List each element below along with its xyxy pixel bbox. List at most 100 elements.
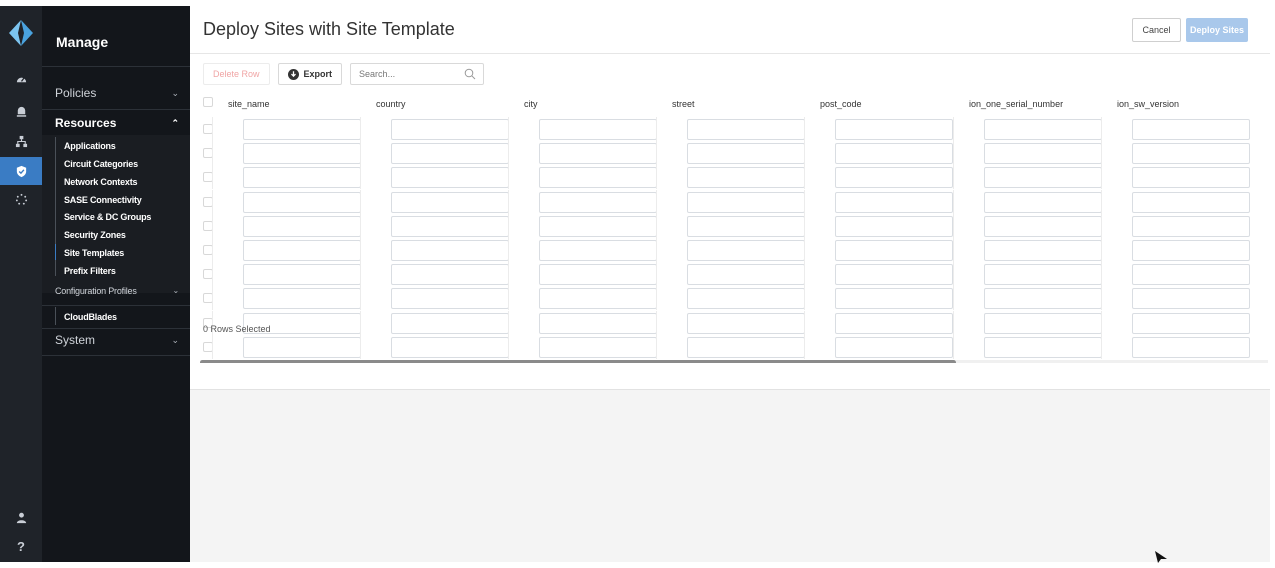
cell-input[interactable]: [1132, 167, 1250, 189]
cell-input[interactable]: [539, 288, 657, 310]
cell-input[interactable]: [1132, 312, 1250, 334]
cell-input[interactable]: [391, 167, 509, 189]
sidebar-item-cloudblades[interactable]: CloudBlades: [64, 312, 117, 322]
cell-input[interactable]: [391, 312, 509, 334]
cell-input[interactable]: [984, 264, 1102, 286]
cell-input[interactable]: [391, 240, 509, 261]
cell-input[interactable]: [243, 288, 361, 310]
cell-input[interactable]: [984, 336, 1102, 358]
cell-input[interactable]: [539, 312, 657, 334]
cell-input[interactable]: [539, 240, 657, 261]
cell-input[interactable]: [687, 240, 805, 261]
cell-input[interactable]: [539, 336, 657, 358]
delete-row-button[interactable]: Delete Row: [203, 63, 270, 85]
cell-input[interactable]: [243, 264, 361, 286]
cell-input[interactable]: [539, 191, 657, 213]
cell-input[interactable]: [1132, 143, 1250, 165]
cell-input[interactable]: [687, 215, 805, 237]
cell-input[interactable]: [391, 143, 509, 165]
sidebar-item-circuit-categories[interactable]: Circuit Categories: [64, 159, 138, 169]
user-icon[interactable]: [0, 503, 42, 531]
cell-input[interactable]: [687, 143, 805, 165]
cell-input[interactable]: [391, 191, 509, 213]
search-icon[interactable]: [464, 68, 476, 80]
spinner-dots-icon[interactable]: [0, 185, 42, 213]
cell-input[interactable]: [1132, 336, 1250, 358]
cell-input[interactable]: [984, 240, 1102, 261]
cell-input[interactable]: [243, 119, 361, 140]
cell-input[interactable]: [984, 215, 1102, 237]
cell-input[interactable]: [1132, 288, 1250, 310]
cell-input[interactable]: [984, 312, 1102, 334]
cell-input[interactable]: [539, 119, 657, 140]
select-all-checkbox[interactable]: [203, 97, 213, 107]
cell-input[interactable]: [391, 264, 509, 286]
cell-input[interactable]: [984, 143, 1102, 165]
column-header[interactable]: ion_sw_version: [1117, 99, 1179, 109]
cell-input[interactable]: [984, 191, 1102, 213]
cell-input[interactable]: [687, 264, 805, 286]
cell-input[interactable]: [391, 288, 509, 310]
cell-input[interactable]: [1132, 215, 1250, 237]
column-header[interactable]: street: [672, 99, 695, 109]
cell-input[interactable]: [391, 336, 509, 358]
cell-input[interactable]: [243, 215, 361, 237]
sidebar-item-applications[interactable]: Applications: [64, 141, 116, 151]
cell-input[interactable]: [539, 215, 657, 237]
cell-input[interactable]: [1132, 119, 1250, 140]
nav-section-resources[interactable]: Resources ⌃: [55, 116, 185, 130]
cell-input[interactable]: [1132, 264, 1250, 286]
cell-input[interactable]: [835, 336, 953, 358]
prisma-logo-icon[interactable]: [9, 20, 33, 46]
shield-check-icon[interactable]: [0, 157, 42, 185]
sidebar-item-configuration-profiles[interactable]: Configuration Profiles ⌄: [55, 286, 179, 296]
sidebar-item-site-templates[interactable]: Site Templates: [64, 248, 124, 258]
cell-input[interactable]: [687, 191, 805, 213]
cell-input[interactable]: [687, 288, 805, 310]
cell-input[interactable]: [243, 240, 361, 261]
cell-input[interactable]: [539, 167, 657, 189]
column-header[interactable]: post_code: [820, 99, 862, 109]
cell-input[interactable]: [243, 143, 361, 165]
cell-input[interactable]: [835, 312, 953, 334]
column-header[interactable]: site_name: [228, 99, 270, 109]
dashboard-gauge-icon[interactable]: [0, 65, 42, 93]
cell-input[interactable]: [687, 119, 805, 140]
horizontal-scrollbar[interactable]: [200, 360, 1268, 363]
cell-input[interactable]: [835, 191, 953, 213]
cell-input[interactable]: [539, 143, 657, 165]
cell-input[interactable]: [243, 191, 361, 213]
search-input[interactable]: [351, 64, 462, 84]
column-header[interactable]: ion_one_serial_number: [969, 99, 1063, 109]
cell-input[interactable]: [984, 167, 1102, 189]
cell-input[interactable]: [687, 167, 805, 189]
column-header[interactable]: country: [376, 99, 406, 109]
cell-input[interactable]: [391, 215, 509, 237]
nav-section-policies[interactable]: Policies ⌄: [55, 86, 185, 100]
cell-input[interactable]: [835, 215, 953, 237]
deploy-sites-button[interactable]: Deploy Sites: [1186, 18, 1248, 42]
sidebar-item-service-dc-groups[interactable]: Service & DC Groups: [64, 212, 151, 222]
column-header[interactable]: city: [524, 99, 538, 109]
cell-input[interactable]: [687, 336, 805, 358]
sidebar-item-sase-connectivity[interactable]: SASE Connectivity: [64, 195, 142, 205]
sidebar-item-prefix-filters[interactable]: Prefix Filters: [64, 266, 116, 276]
cell-input[interactable]: [835, 264, 953, 286]
cell-input[interactable]: [984, 288, 1102, 310]
alerts-bell-icon[interactable]: [0, 97, 42, 125]
network-topology-icon[interactable]: [0, 127, 42, 155]
scrollbar-thumb[interactable]: [200, 360, 956, 363]
cell-input[interactable]: [835, 119, 953, 140]
cell-input[interactable]: [687, 312, 805, 334]
cell-input[interactable]: [1132, 191, 1250, 213]
sidebar-item-network-contexts[interactable]: Network Contexts: [64, 177, 138, 187]
help-question-icon[interactable]: ?: [0, 532, 42, 560]
cell-input[interactable]: [243, 336, 361, 358]
cell-input[interactable]: [835, 167, 953, 189]
cell-input[interactable]: [835, 288, 953, 310]
cell-input[interactable]: [1132, 240, 1250, 261]
nav-section-system[interactable]: System ⌄: [55, 333, 185, 347]
cell-input[interactable]: [539, 264, 657, 286]
sidebar-item-security-zones[interactable]: Security Zones: [64, 230, 126, 240]
cancel-button[interactable]: Cancel: [1132, 18, 1181, 42]
